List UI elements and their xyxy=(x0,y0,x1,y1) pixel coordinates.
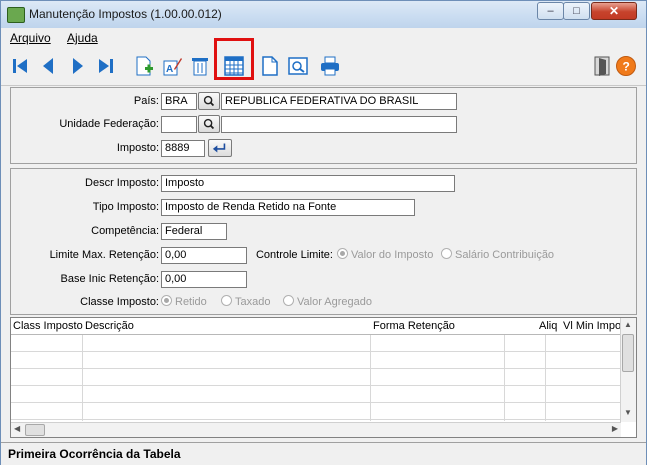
col-class-imposto[interactable]: Class Imposto xyxy=(13,320,83,332)
previous-record-icon[interactable] xyxy=(37,55,59,77)
radio-label: Salário Contribuição xyxy=(455,249,555,261)
col-aliq[interactable]: Aliq xyxy=(539,320,557,332)
radio-valor-agregado[interactable]: Valor Agregado xyxy=(283,295,372,308)
minimize-button[interactable]: – xyxy=(537,2,564,20)
main-window: Manutenção Impostos (1.00.00.012) – □ ✕ … xyxy=(0,0,647,465)
status-text: Primeira Ocorrência da Tabela xyxy=(8,447,181,461)
svg-text:?: ? xyxy=(623,60,630,74)
tipo-label: Tipo Imposto: xyxy=(92,201,159,213)
uf-search-button[interactable] xyxy=(198,115,220,133)
help-icon[interactable]: ? xyxy=(615,55,637,77)
scroll-up-icon[interactable]: ▲ xyxy=(624,320,632,329)
horizontal-scrollbar[interactable]: ◀ ▶ xyxy=(11,422,621,437)
radio-taxado[interactable]: Taxado xyxy=(221,295,270,308)
radio-label: Valor do Imposto xyxy=(351,249,434,261)
next-record-icon[interactable] xyxy=(67,55,89,77)
table-row[interactable] xyxy=(11,335,623,352)
radio-dot xyxy=(441,248,452,259)
data-grid[interactable]: Class Imposto Descrição Forma Retenção A… xyxy=(10,317,637,438)
header-panel: País: BRA REPUBLICA FEDERATIVA DO BRASIL… xyxy=(10,87,637,164)
print-icon[interactable] xyxy=(319,55,341,77)
table-row[interactable] xyxy=(11,403,623,420)
highlight-box xyxy=(214,38,254,80)
uf-code-input[interactable] xyxy=(161,116,197,133)
col-divider xyxy=(545,335,546,421)
radio-dot xyxy=(161,295,172,306)
last-record-icon[interactable] xyxy=(95,55,117,77)
status-bar: Primeira Ocorrência da Tabela xyxy=(1,442,646,465)
limite-input[interactable]: 0,00 xyxy=(161,247,247,264)
pais-label: País: xyxy=(133,95,159,107)
col-divider xyxy=(82,335,83,421)
new-record-icon[interactable] xyxy=(133,55,155,77)
title-bar: Manutenção Impostos (1.00.00.012) – □ ✕ xyxy=(1,1,646,28)
menu-arquivo[interactable]: Arquivo xyxy=(10,31,51,45)
imposto-input[interactable]: 8889 xyxy=(161,140,205,157)
competencia-input[interactable]: Federal xyxy=(161,223,227,240)
uf-name-input[interactable] xyxy=(221,116,457,133)
pais-name-input[interactable]: REPUBLICA FEDERATIVA DO BRASIL xyxy=(221,93,457,110)
svg-text:A: A xyxy=(166,64,173,75)
table-row[interactable] xyxy=(11,386,623,403)
col-vl-min-impos[interactable]: Vl Min Impos xyxy=(563,320,623,332)
maximize-button[interactable]: □ xyxy=(563,2,590,20)
table-row[interactable] xyxy=(11,352,623,369)
tipo-input[interactable]: Imposto de Renda Retido na Fonte xyxy=(161,199,415,216)
uf-label: Unidade Federação: xyxy=(59,118,159,130)
enter-icon xyxy=(212,143,226,153)
search-icon xyxy=(203,95,215,107)
radio-valor-imposto[interactable]: Valor do Imposto xyxy=(337,248,433,261)
competencia-label: Competência: xyxy=(91,225,159,237)
base-input[interactable]: 0,00 xyxy=(161,271,247,288)
col-divider xyxy=(370,335,371,421)
vertical-scroll-thumb[interactable] xyxy=(622,334,634,372)
limite-label: Limite Max. Retenção: xyxy=(49,249,159,261)
menu-ajuda[interactable]: Ajuda xyxy=(67,31,98,45)
radio-salario-contribuicao[interactable]: Salário Contribuição xyxy=(441,248,554,261)
menu-bar: Arquivo Ajuda xyxy=(1,28,646,47)
toolbar: A ? xyxy=(1,47,646,86)
radio-dot xyxy=(221,295,232,306)
col-forma-retencao[interactable]: Forma Retenção xyxy=(373,320,455,332)
descr-label: Descr Imposto: xyxy=(85,177,159,189)
grid-header: Class Imposto Descrição Forma Retenção A… xyxy=(11,318,623,335)
radio-dot xyxy=(283,295,294,306)
radio-label: Taxado xyxy=(235,296,271,308)
radio-label: Valor Agregado xyxy=(297,296,373,308)
radio-dot xyxy=(337,248,348,259)
enter-button[interactable] xyxy=(208,139,232,157)
base-label: Base Inic Retenção: xyxy=(60,273,159,285)
pais-search-button[interactable] xyxy=(198,92,220,110)
delete-record-icon[interactable] xyxy=(189,55,211,77)
col-divider xyxy=(504,335,505,421)
imposto-label: Imposto: xyxy=(116,142,159,154)
detail-panel: Descr Imposto: Imposto Tipo Imposto: Imp… xyxy=(10,168,637,315)
vertical-scrollbar[interactable]: ▲ ▼ xyxy=(620,318,636,422)
controle-label: Controle Limite: xyxy=(255,249,333,261)
col-descricao[interactable]: Descrição xyxy=(85,320,134,332)
app-icon xyxy=(7,7,25,23)
scroll-down-icon[interactable]: ▼ xyxy=(624,408,632,417)
window-title: Manutenção Impostos (1.00.00.012) xyxy=(29,7,222,21)
document-icon[interactable] xyxy=(259,55,281,77)
radio-label: Retido xyxy=(175,296,207,308)
edit-record-icon[interactable]: A xyxy=(161,55,183,77)
descr-input[interactable]: Imposto xyxy=(161,175,455,192)
scroll-left-icon[interactable]: ◀ xyxy=(14,424,20,433)
search-icon xyxy=(203,118,215,130)
first-record-icon[interactable] xyxy=(9,55,31,77)
horizontal-scroll-thumb[interactable] xyxy=(25,424,45,436)
table-row[interactable] xyxy=(11,369,623,386)
pais-code-input[interactable]: BRA xyxy=(161,93,197,110)
radio-retido[interactable]: Retido xyxy=(161,295,207,308)
scroll-right-icon[interactable]: ▶ xyxy=(612,424,618,433)
close-button[interactable]: ✕ xyxy=(591,2,637,20)
exit-icon[interactable] xyxy=(591,55,613,77)
classe-label: Classe Imposto: xyxy=(80,296,159,308)
preview-icon[interactable] xyxy=(287,55,309,77)
